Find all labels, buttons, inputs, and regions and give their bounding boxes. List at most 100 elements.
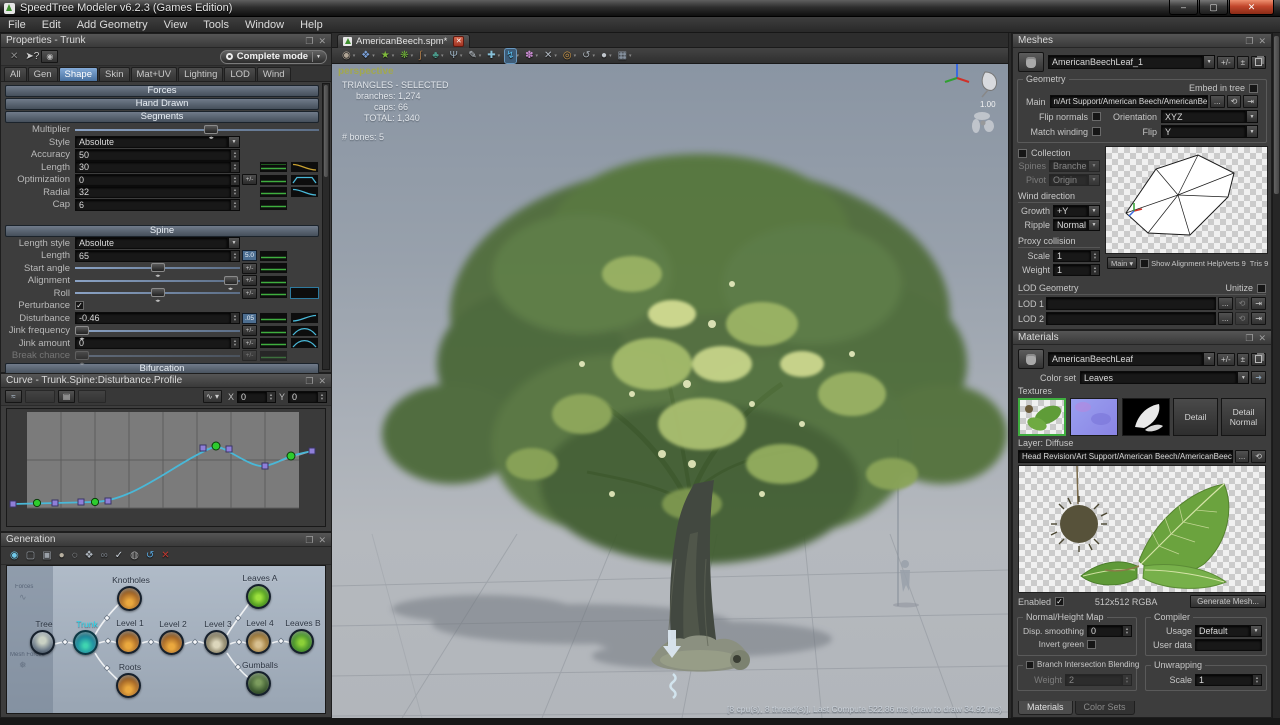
spinner[interactable] xyxy=(1123,674,1132,686)
drag-hand-button[interactable] xyxy=(1018,52,1044,72)
node-leaves-a[interactable] xyxy=(246,584,271,609)
export-icon[interactable]: ⇥ xyxy=(1251,312,1266,325)
chevron-down-icon[interactable]: ▾ xyxy=(460,53,463,59)
variance-button[interactable]: +/- xyxy=(1217,56,1235,69)
chevron-down-icon[interactable] xyxy=(1088,219,1100,231)
detail-normal-texture-button[interactable]: Detail Normal xyxy=(1221,398,1266,436)
parent-curve-thumbnail[interactable] xyxy=(259,199,288,211)
perturbance-checkbox[interactable] xyxy=(75,301,84,310)
section-spine[interactable]: Spine xyxy=(5,225,319,237)
grid-tool-icon[interactable]: ▦ xyxy=(617,49,628,63)
spinner[interactable] xyxy=(231,161,240,173)
scissors-tool-icon[interactable]: ✕ xyxy=(543,49,553,63)
add-material-button[interactable]: ± xyxy=(1237,353,1249,366)
menu-view[interactable]: View xyxy=(156,17,196,33)
chevron-down-icon[interactable]: ▾ xyxy=(424,53,427,59)
chevron-down-icon[interactable]: ▾ xyxy=(498,53,501,59)
scrollbar-thumb[interactable] xyxy=(324,85,328,177)
radial-input[interactable]: 32 xyxy=(75,186,231,198)
chevron-down-icon[interactable]: ▾ xyxy=(441,53,444,59)
delete-icon[interactable]: ✕ xyxy=(160,549,170,563)
variance-button[interactable]: +/- xyxy=(242,288,257,299)
right-scrollbar[interactable] xyxy=(1272,33,1280,718)
close-tab-icon[interactable]: ✕ xyxy=(453,36,464,47)
maximize-button[interactable]: ▢ xyxy=(1199,0,1228,15)
spinner[interactable] xyxy=(1091,264,1100,276)
curve-y-input[interactable]: 0 xyxy=(288,391,318,403)
complete-mode-button[interactable]: Complete mode ▼ xyxy=(220,50,327,64)
proxy-weight-input[interactable]: 1 xyxy=(1053,264,1091,276)
profile-curve-thumbnail[interactable] xyxy=(290,312,319,324)
curve-type-dropdown[interactable] xyxy=(25,390,55,403)
spinner[interactable] xyxy=(231,174,240,186)
eraser-icon[interactable]: ● xyxy=(58,549,66,563)
chevron-down-icon[interactable]: ▾ xyxy=(574,53,577,59)
node-level-1[interactable] xyxy=(116,629,141,654)
pencil-tool-icon[interactable]: ✎ xyxy=(467,49,477,63)
spinner[interactable] xyxy=(231,250,240,262)
browse-button[interactable]: ... xyxy=(1218,312,1233,325)
parent-curve-thumbnail[interactable] xyxy=(259,325,288,337)
node-tree[interactable] xyxy=(30,630,55,655)
menu-tools[interactable]: Tools xyxy=(195,17,237,33)
user-data-field[interactable] xyxy=(1195,639,1262,651)
tab-shape[interactable]: Shape xyxy=(59,67,98,81)
lasso-tool-icon[interactable]: ↯ xyxy=(505,49,515,63)
material-selector-dropdown[interactable]: AmericanBeechLeaf xyxy=(1048,352,1203,366)
accuracy-input[interactable]: 50 xyxy=(75,149,231,161)
variance-button[interactable]: +/- xyxy=(242,325,257,336)
menu-window[interactable]: Window xyxy=(237,17,292,33)
reload-icon[interactable]: ⟲ xyxy=(1235,312,1250,325)
minimize-button[interactable]: – xyxy=(1169,0,1198,15)
node-roots[interactable] xyxy=(116,673,141,698)
drag-hand-button[interactable] xyxy=(1018,349,1044,369)
chevron-down-icon[interactable] xyxy=(1088,160,1100,172)
chevron-down-icon[interactable]: ▾ xyxy=(535,53,538,59)
length-input[interactable]: 30 xyxy=(75,161,231,173)
curve-preset-button[interactable]: ∿ ▾ xyxy=(203,390,222,403)
show-alignment-checkbox[interactable] xyxy=(1140,259,1149,268)
spinner[interactable] xyxy=(267,391,276,403)
tab-wind[interactable]: Wind xyxy=(257,67,291,81)
viewport-3d[interactable]: perspective TRIANGLES - SELECTED branche… xyxy=(332,64,1008,718)
tab-materials[interactable]: Materials xyxy=(1018,701,1073,715)
parent-curve-thumbnail[interactable] xyxy=(259,174,288,186)
spinner[interactable] xyxy=(231,186,240,198)
section-forces[interactable]: Forces xyxy=(5,85,319,97)
close-panel-icon[interactable]: ✕ xyxy=(1258,36,1266,46)
embed-in-tree-checkbox[interactable] xyxy=(1249,84,1258,93)
section-hand-drawn[interactable]: Hand Drawn xyxy=(5,98,319,110)
float-panel-icon[interactable]: ❐ xyxy=(305,376,313,386)
chevron-down-icon[interactable] xyxy=(228,136,240,148)
curve-x-input[interactable]: 0 xyxy=(237,391,267,403)
spinner[interactable] xyxy=(1253,674,1262,686)
node-level-4[interactable] xyxy=(246,629,271,654)
parent-curve-thumbnail[interactable] xyxy=(259,262,288,274)
blend-weight-input[interactable]: 2 xyxy=(1065,674,1123,686)
close-panel-icon[interactable]: ✕ xyxy=(318,535,326,545)
chevron-down-icon[interactable] xyxy=(1088,174,1100,186)
jink-frequency-slider[interactable] xyxy=(75,325,240,337)
chevron-down-icon[interactable]: ▼ xyxy=(316,54,321,60)
start-angle-slider[interactable] xyxy=(75,262,240,274)
variance-button[interactable]: +/- xyxy=(1217,353,1235,366)
flower-tool-icon[interactable]: ✽ xyxy=(524,49,534,63)
spine-length-input[interactable]: 65 xyxy=(75,250,231,262)
lasso-icon[interactable]: ◌ xyxy=(71,549,79,563)
float-panel-icon[interactable]: ❐ xyxy=(305,535,313,545)
generate-mesh-button[interactable]: Generate Mesh... xyxy=(1190,595,1266,608)
spinner[interactable] xyxy=(231,337,240,349)
variance-badge[interactable]: 5.0 xyxy=(242,250,257,261)
parent-curve-thumbnail[interactable] xyxy=(259,312,288,324)
unwrap-scale-input[interactable]: 1 xyxy=(1195,674,1253,686)
mesh-selector-dropdown[interactable]: AmericanBeechLeaf_1 xyxy=(1048,55,1203,69)
spinner[interactable] xyxy=(1091,250,1100,262)
parent-curve-thumbnail[interactable] xyxy=(259,287,288,299)
preview-main-dropdown[interactable]: Main ▾ xyxy=(1107,257,1137,269)
lod2-path-field[interactable] xyxy=(1046,312,1216,325)
alignment-slider[interactable] xyxy=(75,275,240,287)
pivot-dropdown[interactable]: Origin xyxy=(1049,174,1088,186)
match-winding-checkbox[interactable] xyxy=(1092,127,1101,136)
undo-tool-icon[interactable]: ↺ xyxy=(581,49,591,63)
chevron-down-icon[interactable] xyxy=(1246,125,1258,138)
